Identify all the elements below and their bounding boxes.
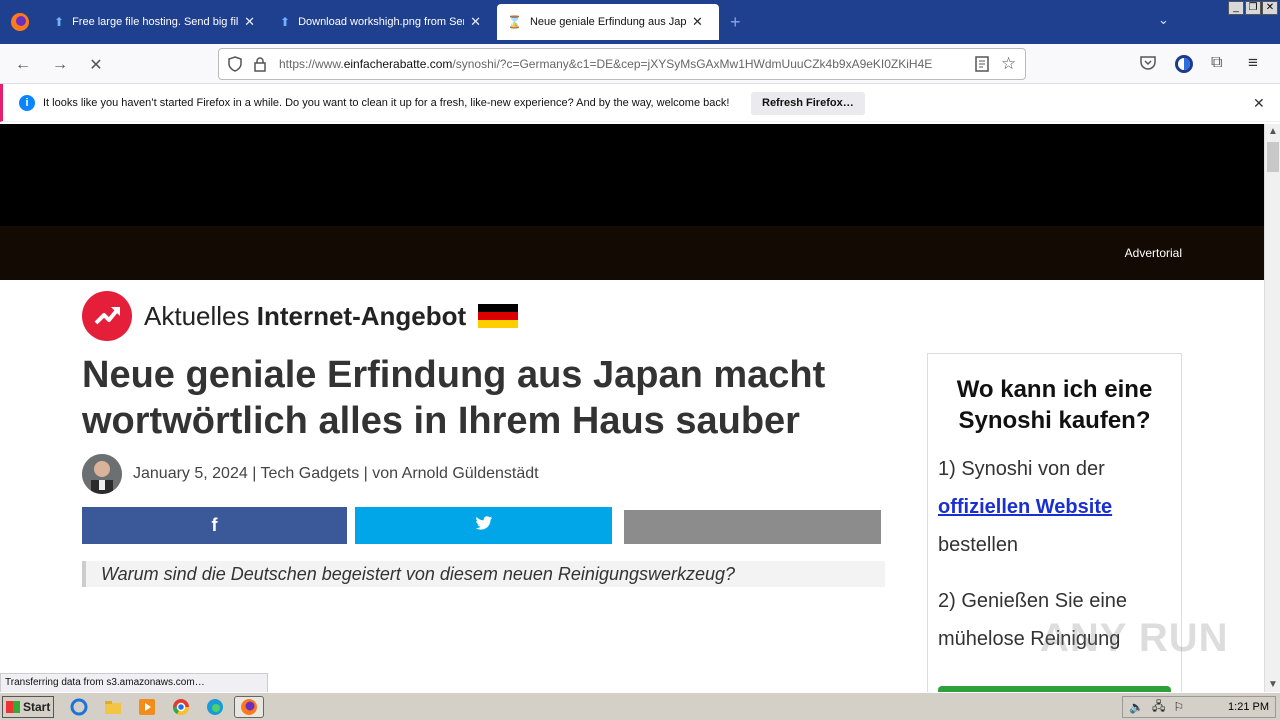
tab-download[interactable]: ⬆ Download workshigh.png from Sen ✕ bbox=[270, 2, 491, 42]
windows-logo-icon bbox=[6, 701, 20, 713]
article-headline: Neue geniale Erfindung aus Japan macht w… bbox=[82, 354, 826, 442]
lock-icon[interactable] bbox=[253, 56, 267, 77]
brand-bold: Internet-Angebot bbox=[256, 300, 467, 331]
advertorial-bar: Advertorial bbox=[0, 226, 1264, 280]
notification-text: It looks like you haven’t started Firefo… bbox=[43, 96, 730, 109]
tab-title: Download workshigh.png from Sen bbox=[298, 16, 465, 28]
brand-name: Aktuelles Internet-Angebot bbox=[144, 301, 466, 332]
official-website-link[interactable]: offiziellen Website bbox=[938, 496, 1112, 518]
tab-strip: ⬆ Free large file hosting. Send big fil … bbox=[0, 0, 1280, 44]
tab-file-hosting[interactable]: ⬆ Free large file hosting. Send big fil … bbox=[44, 2, 265, 42]
url-path: /synoshi/?c=Germany&c1=DE&cep=jXYSyMsGAx… bbox=[452, 57, 933, 71]
hourglass-icon: ⌛ bbox=[507, 15, 522, 29]
tab-title: Free large file hosting. Send big fil bbox=[72, 16, 239, 28]
navigation-bar: ← → ✕ https://www.einfacherabatte.com/sy… bbox=[0, 44, 1280, 84]
step1-text: 1) Synoshi von der bbox=[938, 458, 1105, 480]
shield-icon[interactable] bbox=[227, 56, 243, 77]
chevron-down-icon[interactable]: ⌄ bbox=[1158, 12, 1169, 28]
twitter-share-button[interactable] bbox=[355, 507, 612, 544]
extensions-icon[interactable]: ⧉ bbox=[1211, 54, 1222, 72]
german-flag-icon bbox=[478, 304, 519, 328]
facebook-icon: f bbox=[211, 515, 218, 535]
ie-icon[interactable] bbox=[70, 698, 88, 716]
author-avatar bbox=[82, 454, 122, 494]
sidebar-title: Wo kann ich eine Synoshi kaufen? bbox=[956, 376, 1153, 434]
notification-bar: i It looks like you haven’t started Fire… bbox=[0, 84, 1280, 122]
url-domain: einfacherabatte.com bbox=[343, 57, 453, 71]
advertorial-label: Advertorial bbox=[1124, 246, 1182, 260]
url-bar[interactable]: https://www.einfacherabatte.com/synoshi/… bbox=[218, 48, 1026, 80]
network-icon[interactable]: 🖧 bbox=[1152, 697, 1165, 718]
stop-icon[interactable]: ✕ bbox=[85, 54, 107, 76]
star-icon[interactable]: ☆ bbox=[1001, 54, 1016, 74]
status-text: Transferring data from s3.amazonaws.com… bbox=[0, 673, 268, 693]
step1-text-after: bestellen bbox=[938, 534, 1019, 556]
close-icon[interactable]: ✕ bbox=[1253, 95, 1265, 112]
brand-light: Aktuelles bbox=[144, 300, 250, 331]
scroll-up-icon[interactable]: ▲ bbox=[1268, 126, 1278, 137]
brand-header: Aktuelles Internet-Angebot bbox=[82, 291, 519, 341]
tab-title: Neue geniale Erfindung aus Japan bbox=[529, 16, 686, 28]
close-icon[interactable]: ✕ bbox=[692, 14, 703, 30]
back-icon[interactable]: ← bbox=[12, 54, 34, 76]
sidebar-step-1: 1) Synoshi von der offiziellen Website b… bbox=[938, 450, 1171, 564]
trending-icon bbox=[82, 291, 132, 341]
url-text[interactable]: https://www.einfacherabatte.com/synoshi/… bbox=[279, 57, 969, 71]
scrollbar[interactable]: ▲ ▼ bbox=[1264, 124, 1280, 692]
close-icon[interactable]: ✕ bbox=[244, 14, 255, 30]
firefox-icon[interactable] bbox=[8, 10, 32, 34]
scroll-thumb[interactable] bbox=[1267, 142, 1279, 172]
media-player-icon[interactable] bbox=[138, 698, 156, 716]
article-quote: Warum sind die Deutschen begeistert von … bbox=[82, 561, 885, 587]
pocket-icon[interactable] bbox=[1139, 55, 1157, 76]
byline: January 5, 2024 | Tech Gadgets | von Arn… bbox=[82, 454, 539, 494]
tab-active-article[interactable]: ⌛ Neue geniale Erfindung aus Japan ✕ bbox=[497, 4, 719, 40]
firefox-taskbar-button[interactable] bbox=[234, 696, 264, 718]
clock: 1:21 PM bbox=[1228, 701, 1269, 713]
start-button[interactable]: Start bbox=[2, 696, 54, 718]
edge-icon[interactable] bbox=[206, 698, 224, 716]
facebook-share-button[interactable]: f bbox=[82, 507, 347, 544]
flag-icon[interactable]: ⚐ bbox=[1173, 700, 1184, 714]
byline-text: January 5, 2024 | Tech Gadgets | von Arn… bbox=[133, 465, 539, 482]
close-window-button[interactable]: ✕ bbox=[1262, 1, 1278, 15]
new-tab-button[interactable]: + bbox=[730, 12, 741, 33]
upload-icon: ⬆ bbox=[54, 15, 65, 29]
account-icon[interactable] bbox=[1174, 54, 1194, 79]
share-button-grey[interactable] bbox=[624, 510, 881, 544]
top-banner bbox=[0, 124, 1264, 226]
speaker-icon[interactable]: 🔈 bbox=[1129, 700, 1144, 714]
maximize-button[interactable]: ❐ bbox=[1245, 1, 1261, 15]
start-label: Start bbox=[23, 700, 51, 714]
forward-icon[interactable]: → bbox=[49, 54, 71, 76]
chrome-icon[interactable] bbox=[172, 698, 190, 716]
minimize-button[interactable]: _ bbox=[1228, 1, 1244, 15]
url-prefix: https://www. bbox=[279, 57, 344, 71]
refresh-firefox-button[interactable]: Refresh Firefox… bbox=[751, 92, 865, 115]
menu-icon[interactable]: ≡ bbox=[1248, 53, 1258, 73]
twitter-icon bbox=[475, 515, 493, 536]
watermark: ANY RUN bbox=[1040, 616, 1229, 660]
folder-icon[interactable] bbox=[104, 698, 122, 716]
reader-icon[interactable] bbox=[975, 56, 989, 77]
upload-icon: ⬆ bbox=[280, 15, 291, 29]
taskbar: Start 🔈 🖧 ⚐ 1:21 PM bbox=[0, 692, 1280, 720]
system-tray: 🔈 🖧 ⚐ 1:21 PM bbox=[1122, 696, 1276, 718]
info-icon: i bbox=[19, 94, 35, 111]
scroll-down-icon[interactable]: ▼ bbox=[1268, 679, 1278, 690]
close-icon[interactable]: ✕ bbox=[470, 14, 481, 30]
page-content: Advertorial Aktuelles Internet-Angebot N… bbox=[0, 124, 1264, 692]
